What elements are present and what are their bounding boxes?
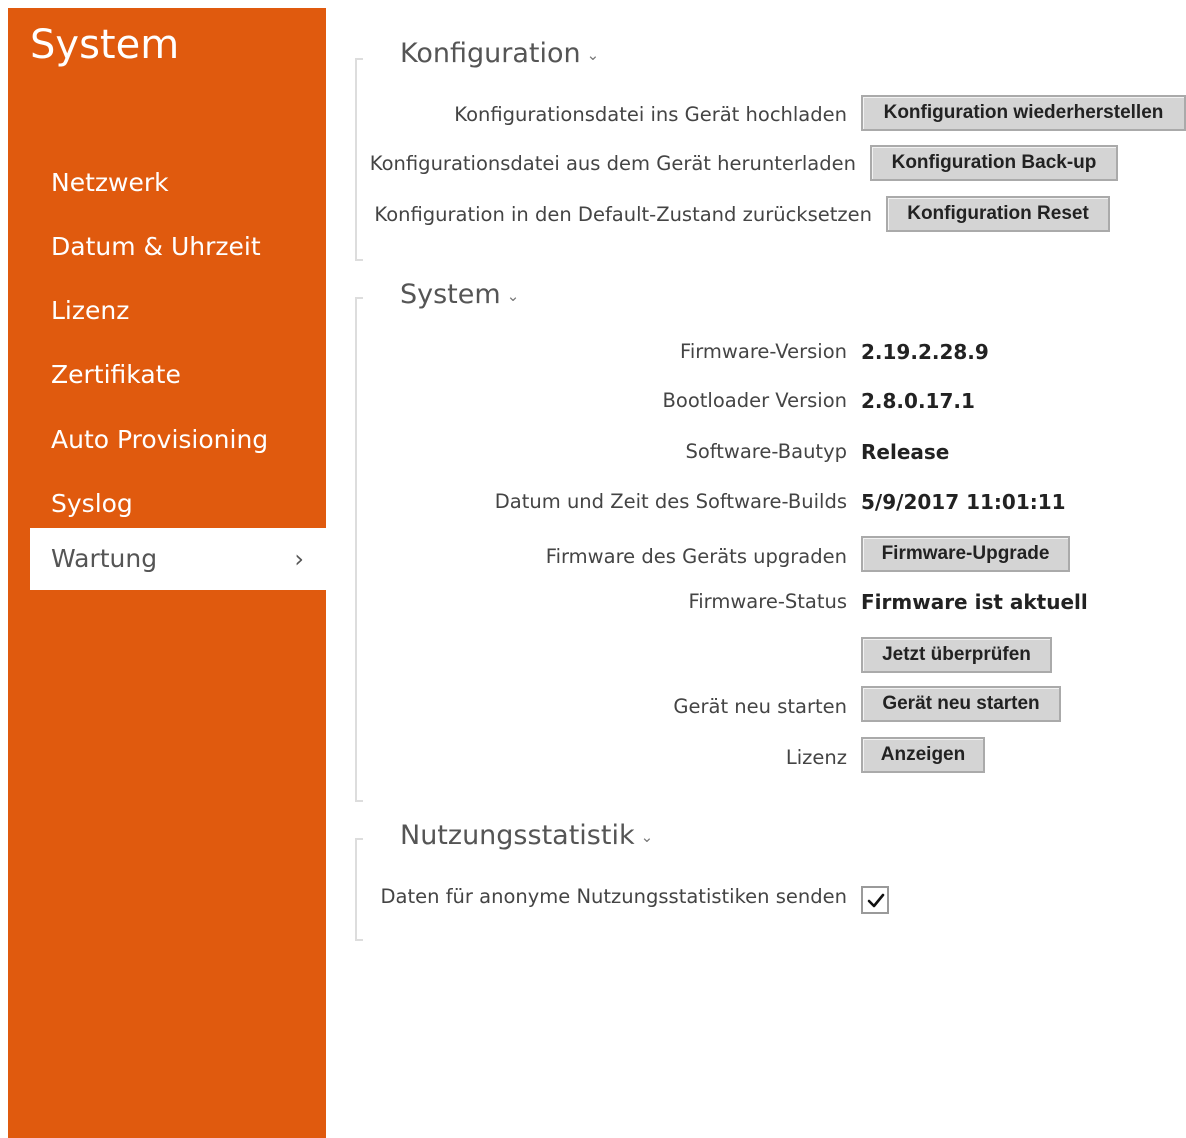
build-date-value: 5/9/2017 11:01:11 [861, 490, 1066, 514]
build-type-label: Software-Bautyp [685, 440, 847, 463]
restore-config-button[interactable]: Konfiguration wiederherstellen [861, 95, 1186, 131]
reset-config-button[interactable]: Konfiguration Reset [886, 196, 1110, 232]
chevron-right-icon: › [294, 545, 304, 573]
statistik-section-title[interactable]: Nutzungsstatistik ⌄ [400, 820, 653, 851]
bootloader-version-value: 2.8.0.17.1 [861, 389, 975, 413]
firmware-version-value: 2.19.2.28.9 [861, 340, 989, 364]
firmware-upgrade-label: Firmware des Geräts upgraden [545, 545, 847, 568]
chevron-down-icon: ⌄ [506, 286, 520, 305]
sidebar-item-netzwerk[interactable]: Netzwerk [30, 152, 326, 214]
bootloader-version-label: Bootloader Version [662, 389, 847, 412]
sidebar: System Netzwerk Datum & Uhrzeit Lizenz Z… [8, 8, 326, 1138]
konfiguration-section-title[interactable]: Konfiguration ⌄ [400, 38, 599, 69]
firmware-version-label: Firmware-Version [680, 340, 847, 363]
backup-config-button[interactable]: Konfiguration Back-up [870, 145, 1118, 181]
firmware-upgrade-button[interactable]: Firmware-Upgrade [861, 536, 1070, 572]
build-date-label: Datum und Zeit des Software-Builds [494, 490, 847, 513]
check-now-button[interactable]: Jetzt überprüfen [861, 637, 1052, 673]
reset-config-label: Konfiguration in den Default-Zustand zur… [374, 203, 872, 226]
license-label: Lizenz [785, 746, 847, 769]
firmware-status-value: Firmware ist aktuell [861, 590, 1088, 614]
sidebar-item-wartung[interactable]: Wartung › [30, 528, 326, 590]
konfiguration-section-bracket [355, 58, 363, 261]
sidebar-item-syslog[interactable]: Syslog [30, 473, 326, 535]
restore-config-label: Konfigurationsdatei ins Gerät hochladen [454, 103, 847, 126]
sidebar-item-auto-provisioning[interactable]: Auto Provisioning [30, 409, 326, 471]
konfiguration-title-label: Konfiguration [400, 38, 581, 69]
sidebar-title: System [30, 22, 180, 68]
send-statistics-checkbox[interactable] [861, 886, 889, 914]
system-section-bracket [355, 297, 363, 802]
sidebar-item-zertifikate[interactable]: Zertifikate [30, 344, 326, 406]
sidebar-item-lizenz[interactable]: Lizenz [30, 280, 326, 342]
build-type-value: Release [861, 440, 950, 464]
backup-config-label: Konfigurationsdatei aus dem Gerät herunt… [369, 152, 856, 175]
checkmark-icon [867, 893, 885, 908]
statistik-section-bracket [355, 838, 363, 941]
send-statistics-label: Daten für anonyme Nutzungsstatistiken se… [380, 885, 847, 908]
system-section-title[interactable]: System ⌄ [400, 279, 519, 310]
restart-device-label: Gerät neu starten [673, 695, 847, 718]
chevron-down-icon: ⌄ [586, 45, 600, 64]
firmware-status-label: Firmware-Status [688, 590, 847, 613]
sidebar-item-datum-uhrzeit[interactable]: Datum & Uhrzeit [30, 216, 326, 278]
show-license-button[interactable]: Anzeigen [861, 737, 985, 773]
statistik-title-label: Nutzungsstatistik [400, 820, 635, 851]
restart-device-button[interactable]: Gerät neu starten [861, 686, 1061, 722]
sidebar-item-label: Wartung [51, 544, 158, 573]
chevron-down-icon: ⌄ [640, 827, 654, 846]
system-title-label: System [400, 279, 501, 310]
